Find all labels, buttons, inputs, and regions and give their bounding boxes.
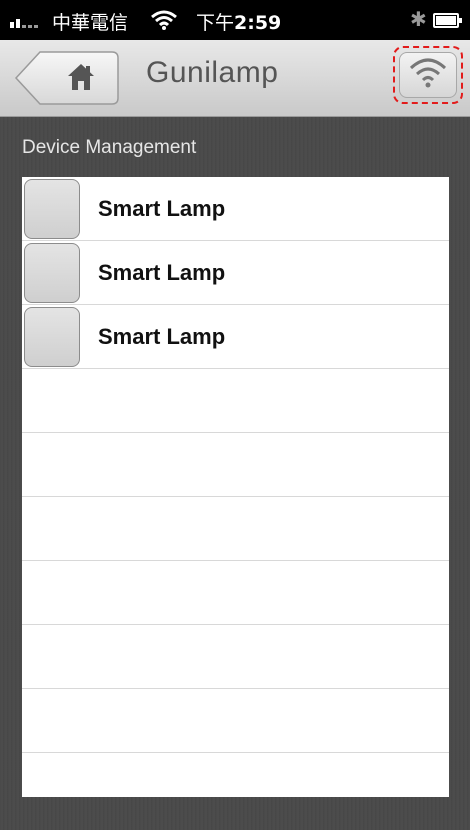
navigation-bar: Gunilamp [0, 40, 470, 117]
wifi-settings-button[interactable] [393, 46, 463, 104]
empty-list-row [22, 433, 449, 497]
device-thumbnail [24, 307, 80, 367]
status-bar: 中華電信 下午2:59 ✱ [0, 0, 470, 40]
device-thumbnail [24, 243, 80, 303]
empty-list-row [22, 561, 449, 625]
device-row[interactable]: Smart Lamp [22, 241, 449, 305]
device-thumbnail [24, 179, 80, 239]
wifi-icon [150, 10, 178, 36]
device-list: Smart Lamp Smart Lamp Smart Lamp [22, 177, 449, 797]
clock: 下午2:59 [196, 12, 282, 34]
device-name: Smart Lamp [98, 324, 226, 349]
empty-list-row [22, 625, 449, 689]
carrier-name: 中華電信 [52, 12, 129, 34]
device-row[interactable]: Smart Lamp [22, 177, 449, 241]
device-row[interactable]: Smart Lamp [22, 305, 449, 369]
empty-list-row [22, 497, 449, 561]
page-title: Gunilamp [146, 56, 279, 89]
main-content: Device Management Smart Lamp Smart Lamp … [0, 117, 470, 830]
device-name: Smart Lamp [98, 196, 226, 221]
empty-list-row [22, 369, 449, 433]
bluetooth-icon: ✱ [410, 9, 427, 31]
home-back-button[interactable] [14, 50, 120, 106]
section-title: Device Management [22, 137, 197, 158]
signal-strength-icon [10, 10, 38, 28]
empty-list-row [22, 689, 449, 753]
battery-icon [433, 13, 462, 28]
device-name: Smart Lamp [98, 260, 226, 285]
